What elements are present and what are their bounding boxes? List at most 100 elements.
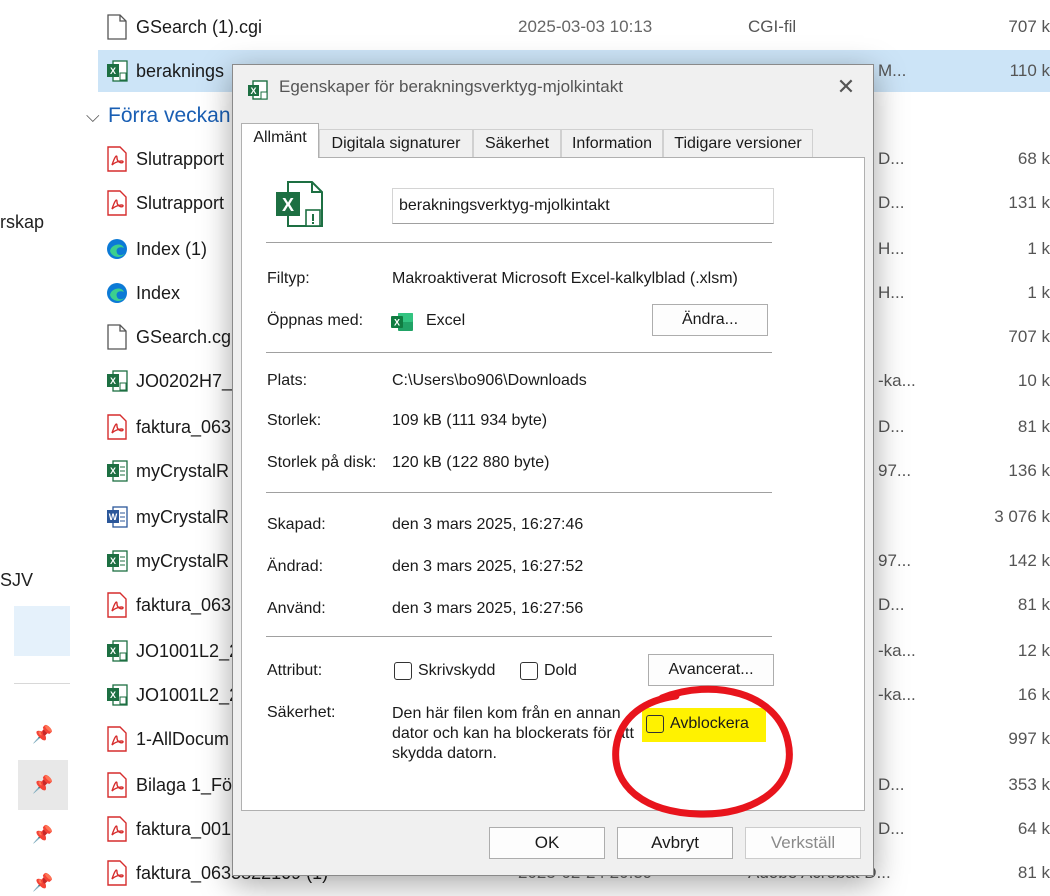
file-size: 10 k (1017, 371, 1050, 390)
file-name-input[interactable]: berakningsverktyg-mjolkintakt (392, 188, 774, 224)
quick-access-item[interactable]: 📌 (18, 858, 68, 896)
file-name: beraknings (136, 61, 225, 81)
filetype-label: Filtyp: (267, 270, 310, 287)
attributes-label: Attribut: (267, 662, 323, 679)
quick-access-item[interactable]: 📌 (18, 810, 68, 860)
svg-text:X: X (110, 66, 116, 76)
created-label: Skapad: (267, 516, 326, 533)
file-type: 97... (878, 461, 912, 480)
opens-with-label: Öppnas med: (267, 312, 364, 329)
excel-macro-icon: X (248, 80, 268, 100)
svg-text:X: X (250, 86, 256, 96)
file-type: D... (878, 193, 905, 212)
excel-macro-icon: X (106, 638, 128, 664)
ok-button[interactable]: OK (489, 827, 605, 859)
size-value: 109 kB (111 934 byte) (392, 412, 548, 429)
file-type: D... (878, 149, 905, 168)
file-size: 1 k (1027, 239, 1050, 258)
pin-icon: 📌 (32, 825, 54, 845)
file-type: D... (878, 417, 905, 436)
file-name: faktura_001 (136, 819, 232, 839)
hidden-checkbox[interactable] (520, 662, 538, 680)
quick-access-item[interactable]: 📌 (18, 710, 68, 760)
properties-dialog: X Egenskaper för berakningsverktyg-mjolk… (232, 64, 874, 876)
file-type: 97... (878, 551, 912, 570)
cancel-button[interactable]: Avbryt (617, 827, 733, 859)
file-type: CGI-fil (748, 17, 797, 36)
modified-label: Ändrad: (267, 558, 324, 575)
excel-green-icon: X (106, 458, 128, 484)
pdf-icon (106, 726, 128, 752)
tab-security[interactable]: Säkerhet (473, 129, 561, 157)
tab-digital-signatures[interactable]: Digitala signaturer (319, 129, 473, 157)
unblock-checkbox[interactable] (646, 715, 664, 733)
divider (266, 352, 772, 353)
file-size: 81 k (1017, 863, 1050, 882)
nav-pane-selected-item[interactable] (14, 606, 70, 656)
file-name: faktura_063 (136, 595, 232, 615)
close-icon[interactable]: ✕ (829, 73, 863, 103)
svg-text:W: W (109, 512, 118, 522)
readonly-checkbox[interactable] (394, 662, 412, 680)
file-type: M... (878, 61, 907, 80)
change-button[interactable]: Ändra... (652, 304, 768, 336)
file-type: D... (878, 595, 905, 614)
general-tab-panel: X berakningsverktyg-mjolkintakt Filtyp: … (241, 157, 865, 818)
tab-information[interactable]: Information (561, 129, 663, 157)
file-name: GSearch.cg (136, 327, 232, 347)
edge-icon (106, 280, 128, 306)
divider (266, 636, 772, 637)
quick-access-item[interactable]: 📌 (18, 760, 68, 810)
tab-previous-versions[interactable]: Tidigare versioner (663, 129, 813, 157)
modified-value: den 3 mars 2025, 16:27:52 (392, 558, 584, 575)
svg-text:X: X (110, 376, 116, 386)
nav-pane-divider (14, 683, 70, 684)
svg-text:X: X (282, 195, 294, 215)
excel-app-icon: X (391, 313, 413, 331)
nav-pane-label[interactable]: rskap (0, 212, 44, 233)
accessed-value: den 3 mars 2025, 16:27:56 (392, 600, 584, 617)
advanced-button[interactable]: Avancerat... (648, 654, 774, 686)
excel-macro-icon: X (276, 181, 323, 227)
file-name: JO1001L2_2 (136, 641, 240, 661)
file-size: 3 076 k (994, 507, 1050, 526)
file-size: 131 k (1008, 193, 1050, 212)
file-name: myCrystalR (136, 551, 229, 571)
pdf-icon (106, 146, 128, 172)
file-name: myCrystalR (136, 507, 229, 527)
file-name: 1-AllDocum (136, 729, 230, 749)
svg-text:X: X (394, 318, 400, 328)
accessed-label: Använd: (267, 600, 326, 617)
excel-macro-icon: X (106, 368, 128, 394)
unblock-label[interactable]: Avblockera (670, 715, 749, 733)
apply-button[interactable]: Verkställ (745, 827, 861, 859)
security-message: Den här filen kom från en annan dator oc… (392, 705, 634, 762)
nav-pane-label[interactable]: SJV (0, 570, 33, 591)
generic-file-icon (106, 14, 128, 40)
excel-green-icon: X (106, 548, 128, 574)
file-size: 707 k (1008, 327, 1050, 346)
filetype-value: Makroaktiverat Microsoft Excel-kalkylbla… (392, 270, 738, 287)
size-label: Storlek: (267, 412, 322, 429)
file-size: 16 k (1017, 685, 1050, 704)
svg-text:X: X (110, 556, 116, 566)
dialog-title: Egenskaper för berakningsverktyg-mjolkin… (279, 77, 623, 96)
file-name: Slutrapport (136, 149, 225, 169)
file-name: faktura_063 (136, 417, 232, 437)
file-name: JO0202H7_2 (136, 371, 243, 391)
file-date: 2025-03-03 10:13 (518, 17, 653, 36)
location-value: C:\Users\bo906\Downloads (392, 372, 587, 389)
pin-icon: 📌 (32, 725, 54, 745)
file-row[interactable]: GSearch (1).cgi 2025-03-03 10:13 CGI-fil 70… (98, 6, 1050, 48)
pin-icon: 📌 (32, 873, 54, 893)
file-size: 142 k (1008, 551, 1050, 570)
file-size: 64 k (1017, 819, 1050, 838)
excel-macro-icon: X (106, 58, 128, 84)
divider (266, 242, 772, 243)
disk-size-value: 120 kB (122 880 byte) (392, 454, 550, 471)
file-size: 136 k (1008, 461, 1050, 480)
pdf-icon (106, 592, 128, 618)
tab-general[interactable]: Allmänt (241, 123, 319, 158)
edge-icon (106, 236, 128, 262)
tab-strip: Allmänt Digitala signaturer Säkerhet Inf… (241, 123, 861, 158)
